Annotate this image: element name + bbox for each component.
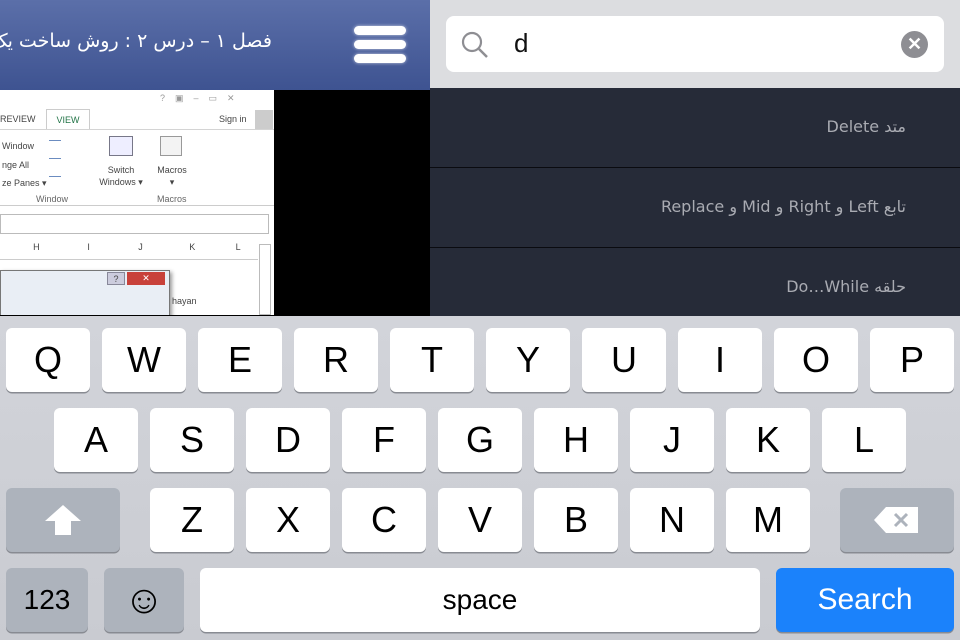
key-q[interactable]: Q — [6, 328, 90, 392]
key-x[interactable]: X — [246, 488, 330, 552]
delete-key[interactable] — [840, 488, 954, 552]
search-bar: d ✕ — [430, 0, 960, 88]
excel-screenshot: ?▣–▭✕ REVIEW VIEW Sign in Window nge All z… — [0, 90, 274, 315]
key-a[interactable]: A — [54, 408, 138, 472]
lesson-title: فصل ۱ – درس ۲ : روش ساخت یک — [0, 30, 272, 52]
key-r[interactable]: R — [294, 328, 378, 392]
key-f[interactable]: F — [342, 408, 426, 472]
close-icon[interactable]: ✕ — [127, 272, 165, 285]
shift-icon — [45, 505, 81, 535]
key-j[interactable]: J — [630, 408, 714, 472]
key-t[interactable]: T — [390, 328, 474, 392]
key-h[interactable]: H — [534, 408, 618, 472]
dialog: ? ✕ — [0, 270, 170, 315]
key-c[interactable]: C — [342, 488, 426, 552]
video-letterbox — [274, 90, 430, 315]
key-l[interactable]: L — [822, 408, 906, 472]
key-b[interactable]: B — [534, 488, 618, 552]
search-query: d — [514, 28, 529, 58]
key-o[interactable]: O — [774, 328, 858, 392]
tab-review: REVIEW — [0, 114, 36, 124]
lesson-header: فصل ۱ – درس ۲ : روش ساخت یک — [0, 0, 430, 90]
sign-in: Sign in — [219, 114, 247, 124]
search-icon — [461, 31, 488, 58]
results-list: متد Delete تابع Left و Right و Mid و Rep… — [430, 88, 960, 328]
list-item[interactable]: متد Delete — [430, 88, 960, 168]
backspace-icon — [874, 507, 918, 533]
key-v[interactable]: V — [438, 488, 522, 552]
key-k[interactable]: K — [726, 408, 810, 472]
window-items: Window nge All ze Panes ▾ — [2, 141, 47, 188]
keyboard: 123 ☺ space Search QWERTYUIOP ASDFGHJKL ZX… — [0, 316, 960, 640]
key-y[interactable]: Y — [486, 328, 570, 392]
key-e[interactable]: E — [198, 328, 282, 392]
search-key[interactable]: Search — [776, 568, 954, 632]
macros-icon — [160, 136, 182, 156]
key-i[interactable]: I — [678, 328, 762, 392]
key-p[interactable]: P — [870, 328, 954, 392]
key-m[interactable]: M — [726, 488, 810, 552]
numbers-key[interactable]: 123 — [6, 568, 88, 632]
key-z[interactable]: Z — [150, 488, 234, 552]
switch-windows-icon — [109, 136, 133, 156]
scrollbar[interactable] — [259, 244, 271, 315]
window-icons — [49, 138, 61, 184]
emoji-key[interactable]: ☺ — [104, 568, 184, 632]
hamburger-icon[interactable] — [354, 26, 406, 64]
key-u[interactable]: U — [582, 328, 666, 392]
column-headers: HIJKL — [0, 242, 258, 260]
space-key[interactable]: space — [200, 568, 760, 632]
key-s[interactable]: S — [150, 408, 234, 472]
avatar-icon — [255, 110, 273, 129]
key-w[interactable]: W — [102, 328, 186, 392]
clear-icon[interactable]: ✕ — [901, 31, 928, 58]
window-controls: ?▣–▭✕ — [160, 93, 245, 103]
search-input[interactable]: d ✕ — [446, 16, 944, 72]
key-d[interactable]: D — [246, 408, 330, 472]
key-n[interactable]: N — [630, 488, 714, 552]
tab-view: VIEW — [46, 109, 90, 130]
key-g[interactable]: G — [438, 408, 522, 472]
list-item[interactable]: تابع Left و Right و Mid و Replace — [430, 168, 960, 248]
shift-key[interactable] — [6, 488, 120, 552]
